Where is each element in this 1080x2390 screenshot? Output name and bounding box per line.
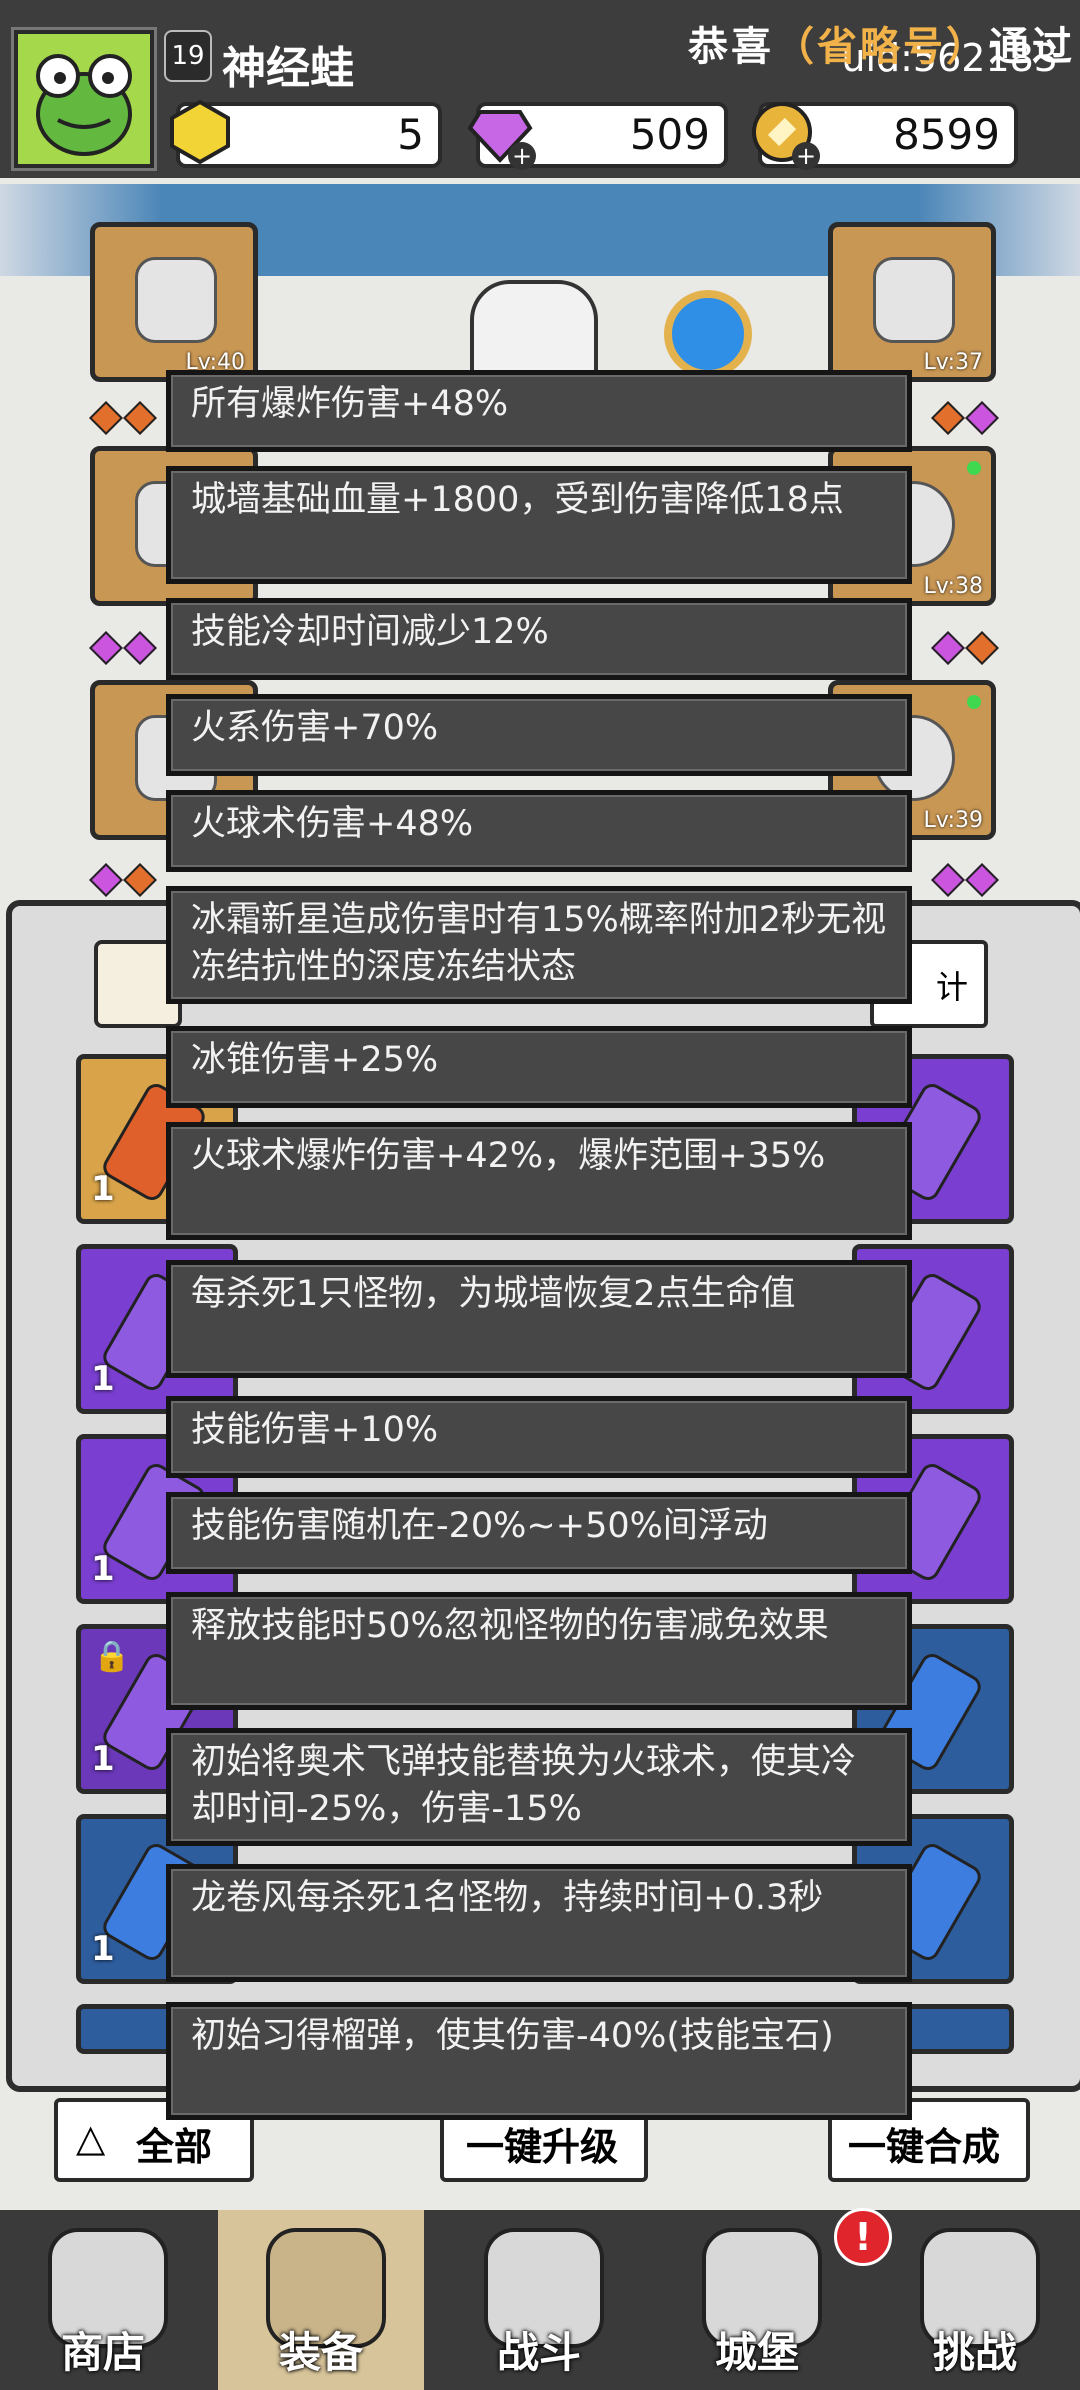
slot-level: Lv:38 bbox=[923, 574, 983, 599]
nav-battle[interactable]: 战斗 bbox=[436, 2210, 642, 2390]
nav-shop-label: 商店 bbox=[60, 2328, 145, 2377]
filter-all-label: 全部 bbox=[136, 2125, 213, 2169]
stats-button-label: 计 bbox=[935, 968, 968, 1006]
announcement-text: 恭喜（省略号）通过 bbox=[688, 14, 1075, 72]
purple-gem-value: 509 bbox=[629, 110, 710, 159]
socket-icon bbox=[89, 863, 123, 897]
upgrade-dot bbox=[967, 461, 981, 475]
nav-challenge[interactable]: 挑战 bbox=[872, 2210, 1078, 2390]
nav-equipment[interactable]: 装备 bbox=[218, 2210, 424, 2390]
slot-level: Lv:39 bbox=[923, 808, 983, 833]
banner-prefix: 恭喜 bbox=[688, 24, 774, 70]
helmet-icon bbox=[135, 257, 217, 343]
nav-challenge-label: 挑战 bbox=[932, 2328, 1017, 2377]
equipment-slot-helmet[interactable]: Lv:40 bbox=[90, 222, 258, 382]
banner-suffix: 通过 bbox=[989, 24, 1075, 70]
gold-crystal-counter: 5 bbox=[170, 99, 442, 168]
upgrade-all-label: 一键升级 bbox=[466, 2125, 619, 2169]
staff-orb-decor bbox=[664, 290, 752, 378]
effect-item: 释放技能时50%忽视怪物的伤害减免效果 bbox=[166, 1592, 912, 1710]
socket-icon bbox=[123, 401, 157, 435]
merge-all-label: 一键合成 bbox=[848, 2125, 1001, 2169]
nav-castle[interactable]: 城堡 bbox=[654, 2210, 860, 2390]
effect-item: 每杀死1只怪物，为城墙恢复2点生命值 bbox=[166, 1260, 912, 1378]
slot-level: Lv:37 bbox=[923, 350, 983, 375]
effect-item: 技能伤害+10% bbox=[166, 1396, 912, 1478]
effect-item: 初始习得榴弹，使其伤害-40%(技能宝石) bbox=[166, 2002, 912, 2120]
upgrade-dot bbox=[967, 695, 981, 709]
effect-item: 所有爆炸伤害+48% bbox=[166, 370, 912, 452]
gold-crystal-icon bbox=[170, 99, 230, 165]
banner-highlight: （省略号） bbox=[774, 24, 989, 70]
lock-icon: 🔒 bbox=[93, 1639, 131, 1674]
coin-value: 8599 bbox=[893, 110, 1000, 159]
socket-icon bbox=[931, 631, 965, 665]
add-coin-icon[interactable]: + bbox=[792, 142, 820, 170]
gem-count: 1 bbox=[91, 1359, 115, 1399]
gem-count: 1 bbox=[91, 1929, 115, 1969]
level-badge: 19 bbox=[164, 30, 212, 82]
frog-avatar[interactable] bbox=[14, 30, 154, 168]
effect-item: 冰锥伤害+25% bbox=[166, 1026, 912, 1108]
effect-item: 技能冷却时间减少12% bbox=[166, 598, 912, 680]
nav-battle-label: 战斗 bbox=[496, 2328, 581, 2377]
player-name: 神经蛙 bbox=[222, 43, 354, 94]
socket-icon bbox=[931, 401, 965, 435]
gem-count: 1 bbox=[91, 1739, 115, 1779]
effect-item: 火球术爆炸伤害+42%，爆炸范围+35% bbox=[166, 1122, 912, 1240]
nav-shop[interactable]: 商店 bbox=[0, 2210, 206, 2390]
nav-castle-label: 城堡 bbox=[714, 2328, 799, 2377]
gem-count: 1 bbox=[91, 1169, 115, 1209]
effect-item: 龙卷风每杀死1名怪物，持续时间+0.3秒 bbox=[166, 1864, 912, 1982]
effect-item: 冰霜新星造成伤害时有15%概率附加2秒无视冻结抗性的深度冻结状态 bbox=[166, 886, 912, 1004]
filter-triangle-icon: △ bbox=[76, 2116, 106, 2160]
gem-count: 1 bbox=[91, 1549, 115, 1589]
add-gem-icon[interactable]: + bbox=[508, 142, 536, 170]
equipment-slot-amulet[interactable]: Lv:37 bbox=[828, 222, 996, 382]
effect-item: 技能伤害随机在-20%~+50%间浮动 bbox=[166, 1492, 912, 1574]
amulet-icon bbox=[873, 257, 955, 343]
effect-item: 初始将奥术飞弹技能替换为火球术，使其冷却时间-25%，伤害-15% bbox=[166, 1728, 912, 1846]
socket-icon bbox=[89, 401, 123, 435]
gold-crystal-value: 5 bbox=[397, 110, 424, 159]
socket-icon bbox=[123, 863, 157, 897]
coin-counter: + 8599 bbox=[752, 102, 1018, 170]
socket-icon bbox=[931, 863, 965, 897]
socket-icon bbox=[965, 401, 999, 435]
nav-equipment-label: 装备 bbox=[278, 2328, 363, 2377]
purple-gem-counter: + 509 bbox=[467, 102, 728, 170]
socket-icon bbox=[123, 631, 157, 665]
effect-item: 火球术伤害+48% bbox=[166, 790, 912, 872]
effect-item: 城墙基础血量+1800，受到伤害降低18点 bbox=[166, 466, 912, 584]
socket-icon bbox=[965, 863, 999, 897]
socket-icon bbox=[965, 631, 999, 665]
socket-icon bbox=[89, 631, 123, 665]
effect-item: 火系伤害+70% bbox=[166, 694, 912, 776]
